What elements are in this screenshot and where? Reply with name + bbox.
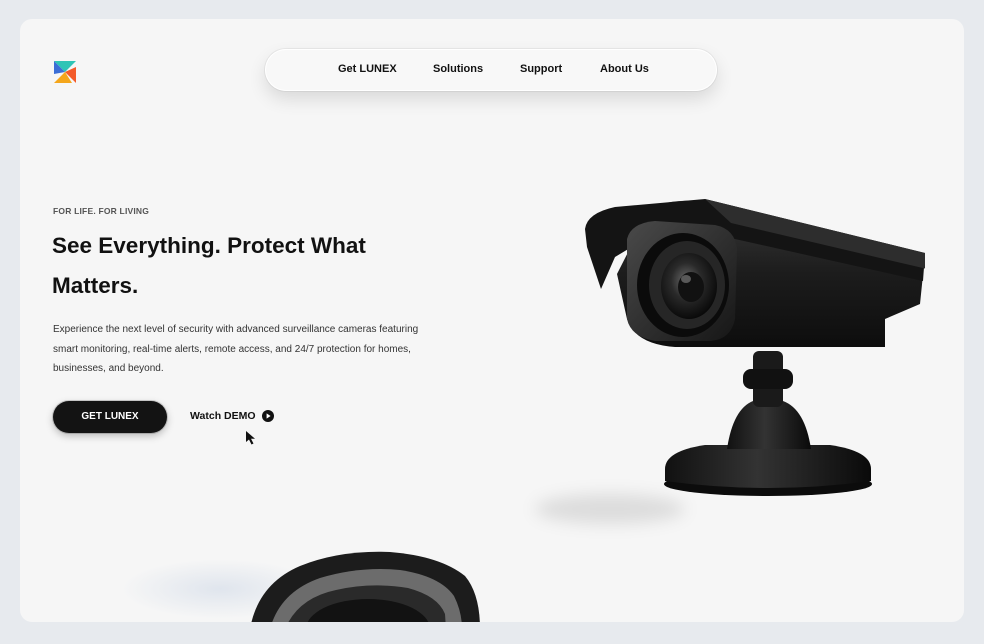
watch-demo-link[interactable]: Watch DEMO bbox=[190, 410, 274, 422]
nav-solutions[interactable]: Solutions bbox=[433, 63, 483, 75]
watch-demo-label: Watch DEMO bbox=[190, 410, 256, 422]
hero-card: Get LUNEX Solutions Support About Us FOR… bbox=[20, 19, 964, 622]
nav-support[interactable]: Support bbox=[520, 63, 562, 75]
security-camera-image bbox=[585, 199, 925, 496]
mouse-pointer-icon bbox=[246, 431, 255, 445]
nav-get-lunex[interactable]: Get LUNEX bbox=[338, 63, 397, 75]
security-camera-closeup-image bbox=[251, 551, 480, 622]
nav-about-us[interactable]: About Us bbox=[600, 63, 649, 75]
hero-title: See Everything. Protect What Matters. bbox=[52, 233, 366, 298]
hero-description: Experience the next level of security wi… bbox=[53, 324, 419, 374]
hero-kicker: FOR LIFE. FOR LIVING bbox=[53, 206, 150, 216]
get-lunex-button[interactable]: GET LUNEX bbox=[53, 401, 167, 433]
top-nav: Get LUNEX Solutions Support About Us bbox=[265, 49, 717, 91]
play-circle-icon bbox=[261, 410, 274, 422]
lunex-logo-icon[interactable] bbox=[52, 59, 78, 85]
